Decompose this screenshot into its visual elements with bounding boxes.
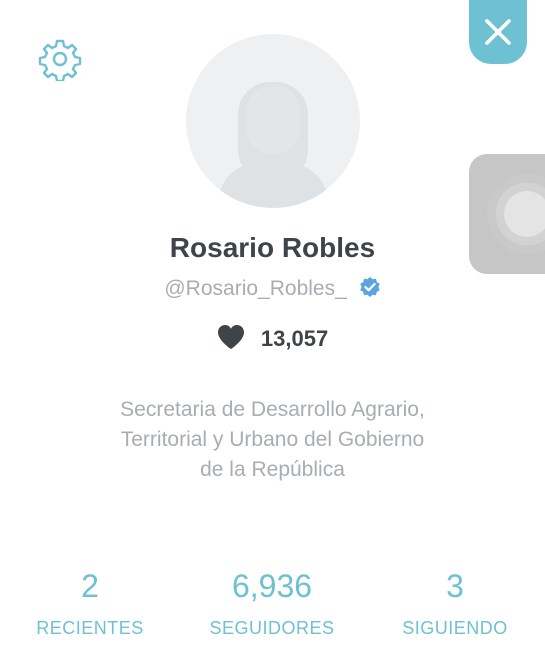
stat-siguiendo[interactable]: 3 SIGUIENDO [395, 568, 515, 639]
stat-label: RECIENTES [36, 618, 144, 638]
close-button[interactable] [469, 0, 527, 64]
avatar [186, 34, 360, 208]
stat-label: SIGUIENDO [402, 618, 508, 638]
gear-icon [38, 39, 82, 83]
likes-count: 13,057 [260, 326, 329, 351]
stat-recientes[interactable]: 2 RECIENTES [30, 568, 150, 639]
profile-bio: Secretaria de Desarrollo Agrario, Territ… [120, 398, 425, 481]
default-avatar-icon [216, 82, 330, 208]
stat-value: 2 [81, 568, 99, 604]
stat-seguidores[interactable]: 6,936 SEGUIDORES [202, 568, 342, 639]
profile-screen: Rosario Robles @Rosario_Robles_ 13,057 S… [0, 0, 545, 652]
verified-badge-icon [359, 276, 381, 304]
settings-button[interactable] [38, 37, 82, 83]
likes-row: 13,057 [0, 324, 545, 356]
stat-value: 6,936 [231, 568, 313, 604]
stat-label: SEGUIDORES [209, 618, 335, 638]
stat-value: 3 [446, 568, 464, 604]
handle-row: @Rosario_Robles_ [0, 276, 545, 304]
profile-handle: @Rosario_Robles_ [164, 277, 347, 300]
close-icon [485, 19, 511, 45]
heart-icon [217, 324, 245, 356]
profile-name: Rosario Robles [169, 232, 376, 263]
